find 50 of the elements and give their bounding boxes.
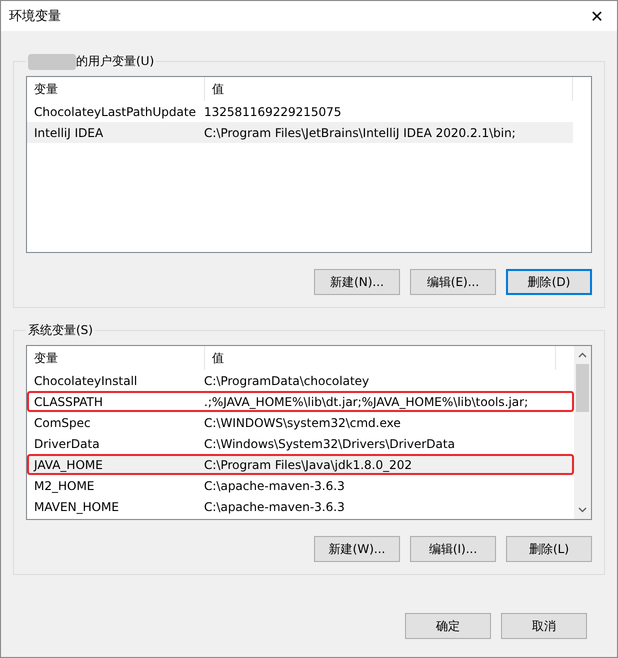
group-label: 的用户变量(U) xyxy=(76,53,154,70)
dialog-button[interactable]: 删除(D) xyxy=(506,269,592,295)
variable-value: .;%JAVA_HOME%\lib\dt.jar;%JAVA_HOME%\lib\tools.jar; xyxy=(203,394,530,408)
dialog-button[interactable]: 编辑(E)... xyxy=(410,269,496,295)
variable-list[interactable] xyxy=(26,345,592,520)
variable-name: ChocolateyInstall xyxy=(33,374,138,388)
dialog-button[interactable]: 新建(W)... xyxy=(314,536,400,562)
redacted-username xyxy=(28,54,76,70)
variable-value: C:\apache-maven-3.6.3 xyxy=(203,478,346,492)
close-button[interactable]: ✕ xyxy=(577,1,617,31)
variable-name: M2_HOME xyxy=(33,478,96,492)
list-row[interactable]: ChocolateyLastPathUpdate 132581169229215075 xyxy=(27,101,573,122)
dialog-button[interactable]: 确定 xyxy=(405,613,491,639)
variable-value: C:\WINDOWS\system32\cmd.exe xyxy=(203,416,402,430)
list-row[interactable]: MAVEN_HOME C:\apache-maven-3.6.3 xyxy=(27,496,574,517)
list-row[interactable]: ChocolateyInstall C:\ProgramData\chocolatey xyxy=(27,370,574,391)
scroll-down-icon[interactable] xyxy=(578,507,587,513)
variable-value: C:\Program Files\Java\jdk1.8.0_202 xyxy=(203,458,414,472)
variable-name: DriverData xyxy=(33,436,101,450)
column-header[interactable]: 值 xyxy=(205,346,556,370)
highlighted-list-row[interactable]: JAVA_HOME C:\Program Files\Java\jdk1.8.0_202 xyxy=(27,454,574,475)
variable-value: C:\Windows\System32\Drivers\DriverData xyxy=(203,436,456,450)
dialog-button[interactable]: 删除(L) xyxy=(506,536,592,562)
variable-value: C:\apache-maven-3.6.3 xyxy=(203,500,346,514)
scroll-up-icon[interactable] xyxy=(578,352,587,358)
variable-value: C:\Program Files\JetBrains\IntelliJ IDEA 2020.2.1\bin; xyxy=(203,126,517,140)
scrollbar[interactable] xyxy=(574,346,591,519)
list-row[interactable]: ComSpec C:\WINDOWS\system32\cmd.exe xyxy=(27,412,574,433)
variable-name: MAVEN_HOME xyxy=(33,500,120,514)
variable-name: CLASSPATH xyxy=(33,394,104,408)
group-label: 系统变量(S) xyxy=(28,322,93,339)
variable-name: JAVA_HOME xyxy=(32,458,104,472)
list-row[interactable]: M2_HOME C:\apache-maven-3.6.3 xyxy=(27,475,574,496)
column-header[interactable]: 变量 xyxy=(27,77,205,101)
variable-name: ComSpec xyxy=(33,416,92,430)
highlighted-list-row[interactable]: CLASSPATH .;%JAVA_HOME%\lib\dt.jar;%JAVA_HOME%\lib\tools.jar; xyxy=(27,391,574,412)
column-header[interactable]: 值 xyxy=(205,77,573,101)
dialog-button[interactable]: 取消 xyxy=(501,613,587,639)
variable-value: C:\ProgramData\chocolatey xyxy=(203,374,370,388)
variable-name: IntelliJ IDEA xyxy=(33,126,104,140)
variable-value: 132581169229215075 xyxy=(203,104,342,118)
scroll-thumb[interactable] xyxy=(576,364,589,412)
dialog-button[interactable]: 新建(N)... xyxy=(314,269,400,295)
variable-name: ChocolateyLastPathUpdate xyxy=(33,104,197,118)
list-row[interactable]: IntelliJ IDEA C:\Program Files\JetBrains\IntelliJ IDEA 2020.2.1\bin; xyxy=(27,122,573,143)
column-header[interactable]: 变量 xyxy=(27,346,205,370)
dialog-button[interactable]: 编辑(I)... xyxy=(410,536,496,562)
window-title: 环境变量 xyxy=(9,8,61,25)
list-row[interactable]: DriverData C:\Windows\System32\Drivers\DriverData xyxy=(27,433,574,454)
variable-list[interactable]: 变量 值 ChocolateyLastPathUpdate 132581169229215075 IntelliJ IDEA C:\Program Files\JetBrains\IntelliJ IDEA 2020.2.1\bin; xyxy=(26,76,592,253)
